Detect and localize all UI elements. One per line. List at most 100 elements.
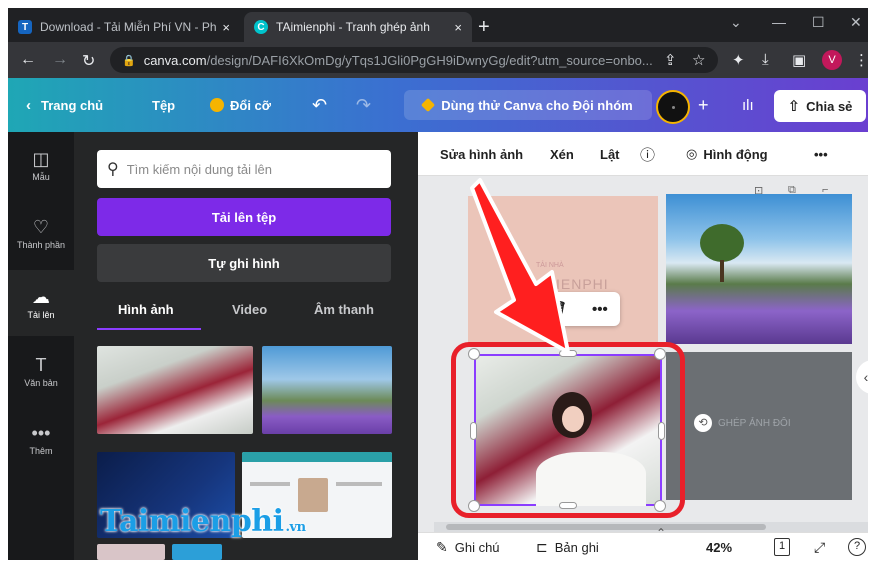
side-panel-icon[interactable]: ▣	[792, 51, 806, 69]
tree-trunk-shape	[720, 260, 724, 282]
rail-item-elements[interactable]: ♡ Thành phần	[8, 200, 74, 266]
lock-icon: 🔒	[122, 54, 136, 67]
trial-teams-button[interactable]: Dùng thử Canva cho Đội nhóm	[404, 90, 652, 120]
more-options-button[interactable]: •••	[814, 132, 828, 176]
context-toolbar: Sửa hình ảnh Xén Lật ⓘ ◎ Hình động •••	[418, 132, 868, 176]
redo-icon[interactable]: ↷	[356, 78, 371, 132]
info-icon[interactable]: ⓘ	[640, 132, 655, 176]
empty-cell-label: GHÉP ẢNH ĐÔI	[718, 417, 791, 429]
share-page-icon[interactable]: ⇪	[664, 51, 677, 69]
zoom-level[interactable]: 42%	[706, 533, 732, 560]
resize-button[interactable]: Đổi cỡ	[210, 78, 271, 132]
canva-favicon-icon: C	[254, 20, 268, 34]
close-tab-icon[interactable]: ×	[454, 20, 462, 35]
upload-files-button[interactable]: Tải lên tệp	[97, 198, 391, 236]
rail-item-more[interactable]: ••• Thêm	[8, 406, 74, 472]
animate-button[interactable]: ◎ Hình động	[686, 132, 768, 176]
bottom-bar: ✎ Ghi chú ⊏ Bản ghi 42% 1 ⤢ ?	[418, 532, 868, 560]
tab-audio[interactable]: Âm thanh	[314, 302, 374, 317]
chevron-left-icon: ‹	[26, 96, 31, 114]
help-icon: ?	[848, 538, 866, 556]
horizontal-scrollbar[interactable]	[434, 522, 868, 532]
maximize-icon[interactable]: ☐	[812, 14, 825, 31]
rail-label: Văn bản	[24, 377, 58, 388]
rail-label: Thành phần	[16, 239, 66, 250]
resize-label: Đổi cỡ	[230, 97, 272, 113]
rail-item-text[interactable]: T Văn bản	[8, 338, 74, 404]
grid-cell-empty[interactable]: ⟲ GHÉP ẢNH ĐÔI	[666, 352, 852, 500]
share-button[interactable]: ⇧ Chia sẻ	[774, 90, 866, 122]
url-path: /design/DAFI6XkOmDg/yTqs1JGli0PgGH9iDwny…	[206, 52, 653, 68]
layout-icon: ◫	[32, 148, 50, 169]
tab-title: TAimienphi - Tranh ghép ảnh	[276, 20, 430, 34]
edit-image-button[interactable]: Sửa hình ảnh	[440, 132, 523, 176]
tree-shape	[700, 224, 744, 262]
upload-thumbnail-landscape[interactable]	[262, 346, 392, 434]
taimienphi-watermark-logo: Taimienphi .vn	[100, 504, 306, 539]
rail-item-templates[interactable]: ◫ Mẫu	[8, 132, 74, 198]
tab-video[interactable]: Video	[232, 302, 267, 317]
extensions-icon[interactable]: ✦	[732, 51, 745, 69]
flip-button[interactable]: Lật	[600, 132, 620, 176]
crop-button[interactable]: Xén	[550, 132, 574, 176]
tab-images[interactable]: Hình ảnh	[118, 302, 174, 317]
upload-thumbnail[interactable]	[97, 544, 165, 560]
more-dots-icon[interactable]: •••	[592, 301, 608, 318]
notes-button[interactable]: ✎ Ghi chú	[436, 533, 500, 560]
back-icon[interactable]: ←	[20, 51, 36, 69]
rail-label: Thêm	[29, 445, 53, 456]
record-icon: ⊏	[536, 538, 548, 555]
red-arrow-annotation	[470, 178, 570, 354]
browser-window: T Download - Tải Miễn Phí VN - Ph × C TA…	[8, 8, 868, 560]
new-tab-button[interactable]: +	[478, 16, 490, 39]
elements-icon: ♡	[32, 216, 50, 237]
close-tab-icon[interactable]: ×	[222, 20, 230, 35]
empty-cell-caption: ⟲ GHÉP ẢNH ĐÔI	[694, 414, 791, 432]
profile-avatar[interactable]: V	[822, 50, 842, 70]
menu-kebab-icon[interactable]: ⋮	[854, 51, 868, 69]
taimienphi-favicon-icon: T	[18, 20, 32, 34]
user-avatar[interactable]	[656, 90, 690, 124]
more-icon: •••	[31, 422, 51, 443]
share-label: Chia sẻ	[806, 98, 853, 114]
forward-icon[interactable]: →	[52, 51, 68, 69]
crown-icon	[210, 98, 224, 112]
fullscreen-icon[interactable]: ⤢	[814, 533, 825, 560]
crown-icon	[421, 97, 436, 113]
home-button[interactable]: ‹ Trang chủ	[26, 78, 103, 132]
recording-button[interactable]: ⊏ Bản ghi	[536, 533, 599, 560]
rail-label: Mẫu	[32, 171, 50, 182]
undo-icon[interactable]: ↶	[312, 78, 327, 132]
address-bar[interactable]: 🔒 canva.com/design/DAFI6XkOmDg/yTqs1JGli…	[110, 47, 718, 73]
search-placeholder: Tìm kiếm nội dung tải lên	[126, 161, 272, 177]
home-label: Trang chủ	[41, 97, 104, 113]
scrollbar-thumb[interactable]	[446, 524, 766, 530]
upload-thumbnail[interactable]	[172, 544, 222, 560]
recording-label: Bản ghi	[554, 539, 599, 555]
page-count[interactable]: 1	[774, 533, 790, 560]
upload-share-icon: ⇧	[787, 98, 801, 115]
upload-thumbnail-girl-flowers[interactable]	[97, 346, 253, 434]
grid-cell-landscape[interactable]	[666, 194, 852, 344]
minimize-icon[interactable]: —	[772, 14, 786, 30]
search-input[interactable]: ⚲ Tìm kiếm nội dung tải lên	[97, 150, 391, 188]
insights-chart-icon[interactable]: ılı	[742, 78, 754, 132]
reload-icon[interactable]: ↻	[82, 51, 95, 71]
close-window-icon[interactable]: ✕	[850, 14, 862, 31]
search-icon: ⚲	[107, 161, 119, 178]
tab-download[interactable]: T Download - Tải Miễn Phí VN - Ph ×	[8, 12, 240, 42]
tab-canva[interactable]: C TAimienphi - Tranh ghép ảnh ×	[244, 12, 472, 42]
download-icon[interactable]: ⤓	[762, 51, 769, 68]
file-menu[interactable]: Tệp	[152, 78, 175, 132]
add-member-icon[interactable]: +	[698, 78, 709, 132]
uploads-panel: ⚲ Tìm kiếm nội dung tải lên Tải lên tệp …	[74, 132, 418, 560]
rail-item-uploads[interactable]: ☁ Tải lên	[8, 270, 74, 336]
tab-search-icon[interactable]: ⌄	[730, 14, 742, 31]
canva-header: ‹ Trang chủ Tệp Đổi cỡ ↶ ↷ Dùng thử Canv…	[8, 78, 868, 132]
red-highlight-box	[451, 342, 685, 518]
record-yourself-button[interactable]: Tự ghi hình	[97, 244, 391, 282]
bookmark-star-icon[interactable]: ☆	[692, 51, 705, 69]
notes-icon: ✎	[436, 538, 448, 555]
animate-icon: ◎	[686, 146, 698, 161]
help-button[interactable]: ?	[848, 533, 866, 560]
